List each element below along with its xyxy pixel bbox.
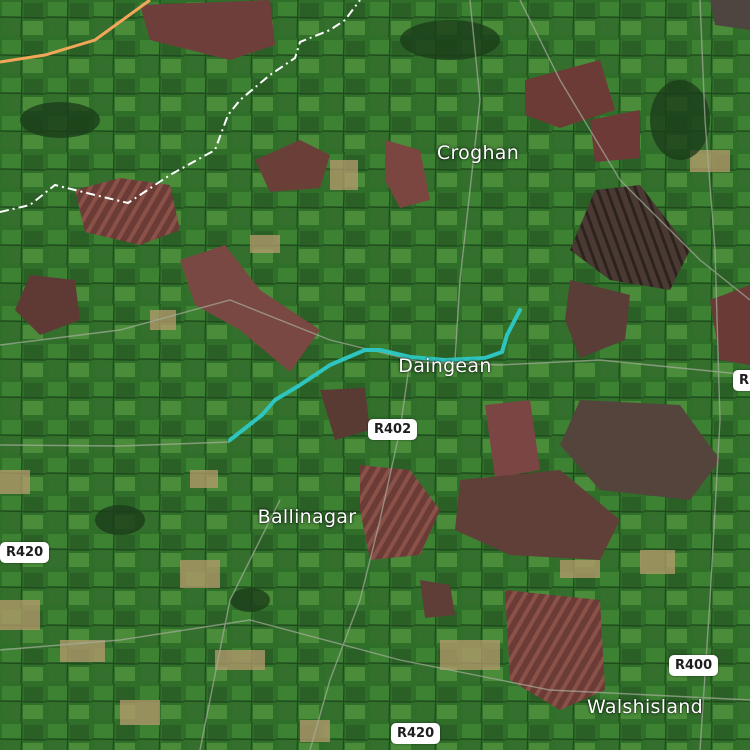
- map-view[interactable]: Croghan Daingean Ballinagar Walshisland …: [0, 0, 750, 750]
- road-shield-r402: R402: [368, 419, 418, 440]
- place-label-walshisland[interactable]: Walshisland: [587, 696, 703, 718]
- place-label-ballinagar[interactable]: Ballinagar: [258, 506, 357, 528]
- road-shield-r420-west: R420: [0, 542, 50, 563]
- road-shield-east-partial: R: [733, 370, 750, 391]
- road-shield-r420-south: R420: [391, 723, 441, 744]
- road-shield-r400: R400: [669, 655, 719, 676]
- place-label-daingean[interactable]: Daingean: [398, 355, 491, 377]
- satellite-imagery: [0, 0, 750, 750]
- place-label-croghan[interactable]: Croghan: [437, 142, 519, 164]
